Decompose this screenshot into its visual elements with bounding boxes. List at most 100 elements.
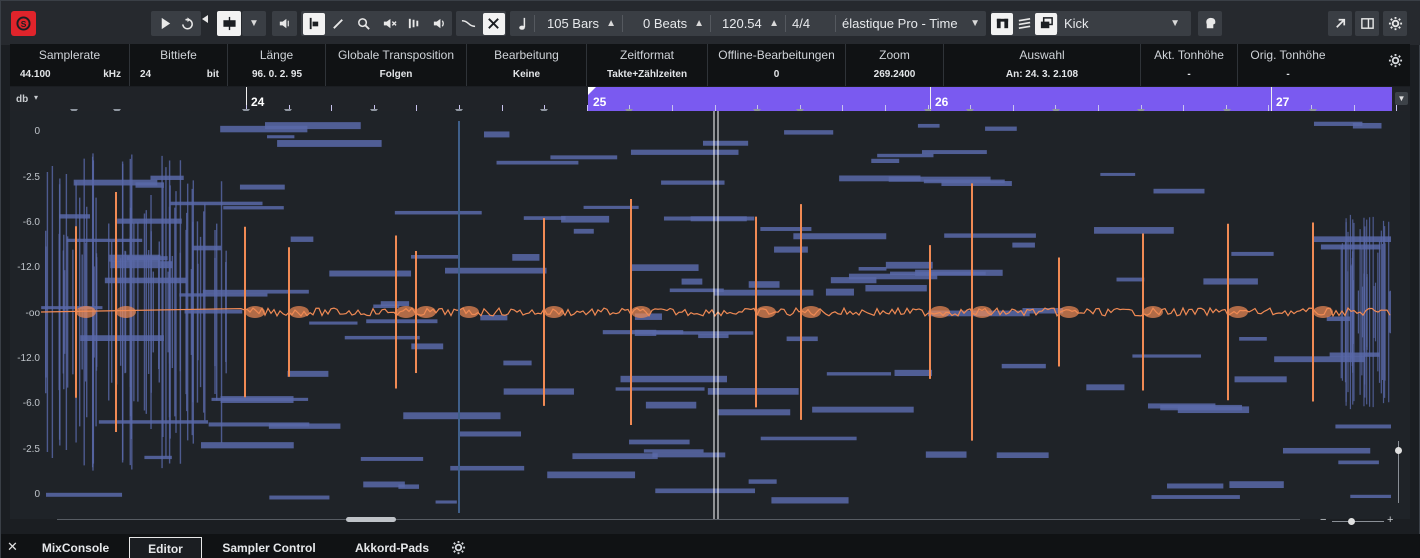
spectral-segment bbox=[748, 479, 777, 484]
tab-label: Sampler Control bbox=[222, 541, 316, 555]
close-icon[interactable]: ✕ bbox=[7, 539, 18, 555]
zoom-in-button[interactable]: + bbox=[1387, 514, 1393, 526]
spectral-segment bbox=[1086, 384, 1125, 391]
warp-curve-icon[interactable] bbox=[458, 13, 480, 35]
loop-icon[interactable] bbox=[176, 13, 198, 35]
info-bitdepth[interactable]: Bittiefe 24 bit bbox=[130, 44, 228, 86]
mode-dropdown[interactable]: ▼ bbox=[242, 11, 266, 36]
mode-button[interactable] bbox=[217, 11, 241, 36]
window-layout-button[interactable] bbox=[1355, 11, 1379, 36]
spectral-segment bbox=[267, 135, 295, 139]
mute-icon[interactable] bbox=[378, 13, 400, 35]
chevron-down-icon[interactable]: ▾ bbox=[34, 93, 38, 102]
tempo-field[interactable]: 120.54 ▲ bbox=[711, 16, 785, 31]
info-offline[interactable]: Offline-Bearbeitungen 0 bbox=[708, 44, 846, 86]
signature-field[interactable]: 4/4 bbox=[786, 16, 835, 31]
spectral-segment bbox=[921, 150, 987, 155]
tab-akkord-pads[interactable]: Akkord-Pads bbox=[341, 537, 443, 558]
spectral-segment bbox=[1313, 236, 1391, 243]
range-select-icon[interactable] bbox=[302, 12, 325, 35]
info-length[interactable]: Länge 96. 0. 2. 95 bbox=[228, 44, 326, 86]
tab-sampler-control[interactable]: Sampler Control bbox=[203, 537, 335, 558]
note-icon[interactable] bbox=[510, 13, 534, 35]
info-timeformat[interactable]: Zeitformat Takte+Zählzeiten bbox=[587, 44, 708, 86]
voice-button[interactable] bbox=[1198, 11, 1222, 36]
algorithm-field[interactable]: élastique Pro - Time ▼ bbox=[836, 16, 986, 31]
unit-label[interactable]: db bbox=[16, 94, 28, 105]
info-transposition[interactable]: Globale Transposition Folgen bbox=[326, 44, 467, 86]
info-samplerate[interactable]: Samplerate 44.100 kHz bbox=[10, 44, 130, 86]
spectral-segment bbox=[894, 369, 933, 377]
chevron-down-icon: ▼ bbox=[249, 18, 259, 29]
spectral-segment bbox=[450, 465, 525, 471]
spectral-segment bbox=[925, 451, 967, 458]
ruler-menu-button[interactable]: ▼ bbox=[1395, 92, 1408, 105]
stepper-icon: ▲ bbox=[769, 18, 779, 29]
spectral-segment bbox=[885, 261, 933, 269]
warp-cross-icon[interactable] bbox=[482, 12, 505, 35]
info-value: 44.100 bbox=[20, 69, 51, 80]
db-label: -12.0 bbox=[17, 262, 40, 273]
lane-icon[interactable] bbox=[991, 12, 1013, 35]
spectral-segment bbox=[363, 481, 405, 488]
audition-icon[interactable] bbox=[428, 13, 450, 35]
spectral-segment bbox=[630, 149, 739, 155]
beats-field[interactable]: 0 Beats ▲ bbox=[623, 16, 710, 31]
spectral-segment bbox=[573, 228, 594, 234]
spectral-segment bbox=[748, 281, 780, 288]
transient-tail bbox=[1228, 306, 1248, 318]
spectral-segment bbox=[663, 216, 755, 221]
spectral-segment bbox=[784, 130, 834, 135]
gear-icon[interactable] bbox=[447, 536, 469, 558]
bar-label: 26 bbox=[935, 95, 949, 109]
tab-editor[interactable]: Editor bbox=[129, 537, 202, 558]
bar-label: 27 bbox=[1276, 95, 1290, 109]
spectral-segment bbox=[629, 439, 690, 445]
transient-tail bbox=[1313, 306, 1333, 318]
spectral-segment bbox=[287, 370, 329, 377]
external-link-icon bbox=[1329, 13, 1351, 35]
settings-button[interactable] bbox=[1383, 11, 1407, 36]
tab-label: MixConsole bbox=[41, 541, 110, 555]
length-field[interactable]: 105 Bars ▲ bbox=[535, 16, 622, 31]
hitpoints-icon[interactable] bbox=[403, 13, 425, 35]
info-zoom[interactable]: Zoom 269.2400 bbox=[846, 44, 944, 86]
open-external-button[interactable] bbox=[1328, 11, 1352, 36]
scrollbar-thumb[interactable] bbox=[346, 517, 396, 522]
info-label: Länge bbox=[259, 48, 294, 62]
spectral-segment bbox=[366, 319, 438, 324]
info-current-pitch[interactable]: Akt. Tonhöhe - bbox=[1141, 44, 1238, 86]
back-arrow-icon[interactable] bbox=[202, 15, 208, 23]
speaker-button[interactable] bbox=[272, 11, 297, 36]
stack-icon[interactable] bbox=[1013, 13, 1035, 35]
waveform-canvas[interactable] bbox=[41, 111, 1391, 519]
tab-mixconsole[interactable]: MixConsole bbox=[23, 537, 128, 558]
play-icon[interactable] bbox=[154, 13, 176, 35]
info-editing[interactable]: Bearbeitung Keine bbox=[467, 44, 587, 86]
info-value: - bbox=[1286, 69, 1290, 80]
spectral-segment bbox=[707, 388, 799, 395]
spectral-segment bbox=[985, 126, 1017, 131]
track-select[interactable]: Kick ▼ bbox=[1058, 16, 1186, 31]
transient-tail bbox=[76, 306, 96, 318]
scrollbar-track[interactable] bbox=[57, 519, 1300, 520]
info-original-pitch[interactable]: Orig. Tonhöhe - bbox=[1238, 44, 1338, 86]
info-line: Samplerate 44.100 kHz Bittiefe 24 bit Lä… bbox=[10, 44, 1410, 86]
tab-label: Akkord-Pads bbox=[354, 541, 430, 555]
track-value: Kick bbox=[1064, 16, 1089, 31]
spectral-segment bbox=[812, 406, 914, 413]
pencil-icon[interactable] bbox=[328, 13, 350, 35]
gear-icon[interactable] bbox=[1384, 49, 1406, 71]
selection-start-marker[interactable] bbox=[588, 87, 596, 95]
transient-tail bbox=[930, 306, 950, 318]
waveform-display[interactable]: 0 -2.5 -6.0 -12.0 -oo -12.0 -6.0 -2.5 0 … bbox=[10, 111, 1410, 526]
layers-icon[interactable] bbox=[1035, 12, 1057, 35]
zoom-icon[interactable] bbox=[353, 13, 375, 35]
zoom-out-button[interactable]: − bbox=[1320, 514, 1326, 526]
horizontal-zoom-handle[interactable] bbox=[1348, 518, 1355, 525]
spectral-segment bbox=[698, 334, 729, 339]
horizontal-zoom-track[interactable] bbox=[1332, 521, 1384, 522]
ruler[interactable]: db ▾ 24 25 26 27 ▼ bbox=[10, 87, 1410, 114]
info-selection[interactable]: Auswahl An: 24. 3. 2.108 bbox=[944, 44, 1141, 86]
vertical-zoom-handle[interactable] bbox=[1395, 447, 1402, 454]
